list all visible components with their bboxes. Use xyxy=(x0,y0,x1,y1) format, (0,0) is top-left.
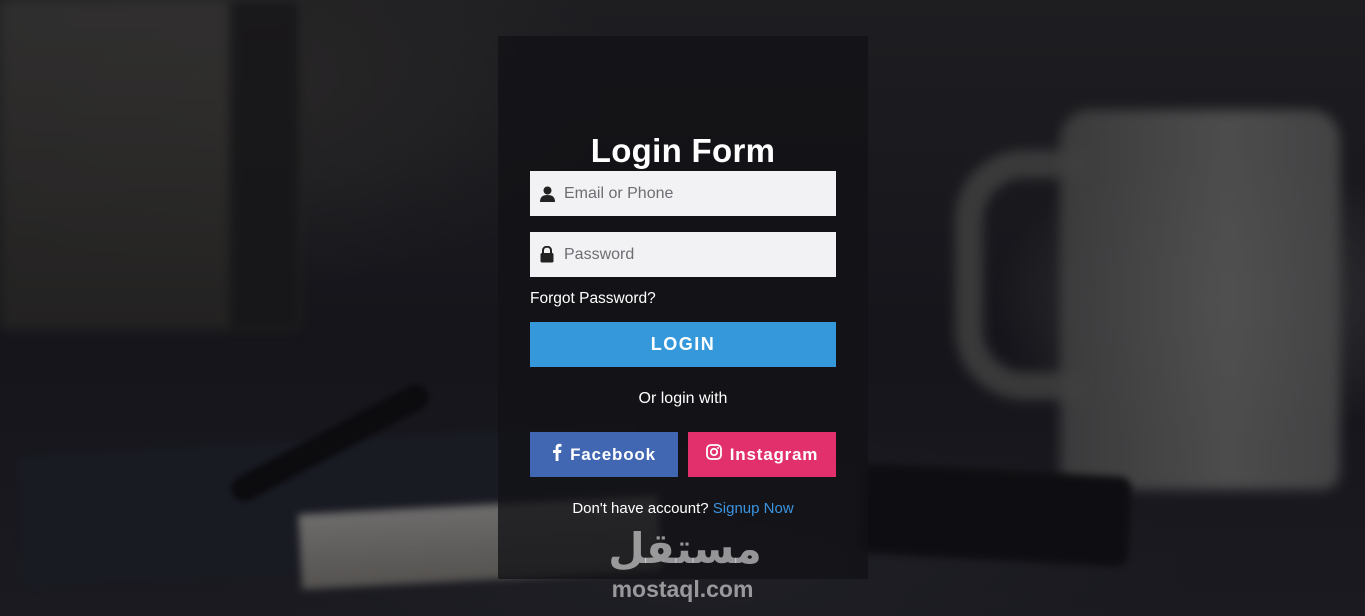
user-icon xyxy=(530,186,564,202)
lock-icon xyxy=(530,246,564,263)
watermark-latin: mostaql.com xyxy=(611,576,754,602)
login-button[interactable]: LOGIN xyxy=(530,322,836,367)
instagram-label: Instagram xyxy=(729,444,819,464)
signup-link[interactable]: Signup Now xyxy=(713,500,794,517)
facebook-icon xyxy=(552,443,562,466)
signup-line: Don't have account? Signup Now xyxy=(498,500,868,517)
email-field[interactable] xyxy=(530,171,836,216)
watermark-arabic: مستقل xyxy=(608,524,762,573)
form-title: Login Form xyxy=(590,132,776,169)
facebook-label: Facebook xyxy=(570,444,656,464)
password-field[interactable] xyxy=(530,232,836,277)
forgot-password-link[interactable]: Forgot Password? xyxy=(530,290,656,308)
instagram-login-button[interactable]: Instagram xyxy=(688,432,836,477)
login-card: Login Form Forgot Password? LOGIN Or log… xyxy=(498,36,868,579)
signup-prompt: Don't have account? xyxy=(572,500,709,517)
password-input[interactable] xyxy=(564,232,836,277)
email-input[interactable] xyxy=(564,171,836,216)
facebook-login-button[interactable]: Facebook xyxy=(530,432,678,477)
instagram-icon xyxy=(705,444,722,465)
or-login-with-text: Or login with xyxy=(638,390,728,407)
